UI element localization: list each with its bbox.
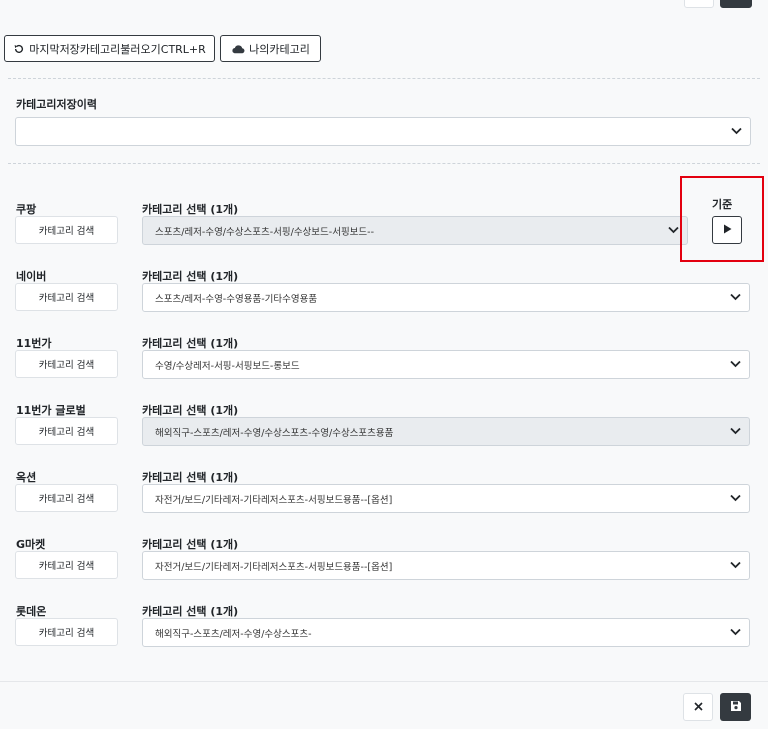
category-select-label: 카테고리 선택 (1개)	[142, 270, 239, 283]
cloud-icon	[231, 44, 245, 54]
category-search-button[interactable]: 카테고리 검색	[15, 417, 118, 445]
category-select-label: 카테고리 선택 (1개)	[142, 337, 239, 350]
chevron-down-icon	[730, 628, 741, 639]
chevron-down-icon	[730, 360, 741, 371]
category-search-button[interactable]: 카테고리 검색	[15, 551, 118, 579]
category-search-button[interactable]: 카테고리 검색	[15, 484, 118, 512]
category-search-label: 카테고리 검색	[38, 427, 95, 438]
floppy-disk-icon	[730, 700, 742, 715]
history-label: 카테고리저장이력	[16, 98, 97, 111]
top-save-button[interactable]	[720, 0, 752, 8]
divider	[8, 78, 760, 79]
market-name: 옥션	[16, 471, 37, 484]
my-category-label: 나의카테고리	[249, 42, 310, 56]
save-button[interactable]	[720, 693, 751, 721]
category-search-button[interactable]: 카테고리 검색	[15, 216, 118, 244]
category-select[interactable]: 자전거/보드/기타레저-기타레저스포츠-서핑보드용품--[옵션]	[142, 551, 750, 580]
divider	[8, 163, 760, 164]
category-search-button[interactable]: 카테고리 검색	[15, 283, 118, 311]
category-search-button[interactable]: 카테고리 검색	[15, 618, 118, 646]
my-category-button[interactable]: 나의카테고리	[220, 35, 321, 62]
chevron-down-icon	[730, 293, 741, 304]
category-select-value: 자전거/보드/기타레저-기타레저스포츠-서핑보드용품--[옵션]	[155, 561, 393, 573]
category-select-label: 카테고리 선택 (1개)	[142, 605, 239, 618]
category-search-button[interactable]: 카테고리 검색	[15, 350, 118, 378]
category-select-value: 해외직구-스포츠/레저-수영/수상스포츠-수영/수상스포츠용품	[155, 427, 394, 439]
category-select: 해외직구-스포츠/레저-수영/수상스포츠-수영/수상스포츠용품	[142, 417, 750, 446]
category-select: 스포츠/레저-수영/수상스포츠-서핑/수상보드-서핑보드--	[142, 216, 688, 245]
footer-divider	[0, 681, 768, 682]
market-name: 네이버	[16, 270, 47, 283]
market-name: 11번가 글로벌	[16, 404, 86, 417]
category-select-label: 카테고리 선택 (1개)	[142, 471, 239, 484]
chevron-down-icon	[668, 226, 679, 237]
category-search-label: 카테고리 검색	[38, 494, 95, 505]
chevron-down-icon	[730, 494, 741, 505]
load-last-category-button[interactable]: 마지막저장카테고리불러오기CTRL+R	[4, 35, 215, 62]
category-search-label: 카테고리 검색	[38, 226, 95, 237]
category-select[interactable]: 해외직구-스포츠/레저-수영/수상스포츠-	[142, 618, 750, 647]
category-select-value: 해외직구-스포츠/레저-수영/수상스포츠-	[155, 628, 312, 640]
top-cancel-button[interactable]	[684, 0, 714, 8]
highlight-box	[680, 176, 764, 262]
refresh-icon	[13, 43, 25, 55]
category-search-label: 카테고리 검색	[38, 360, 95, 371]
load-last-category-label: 마지막저장카테고리불러오기CTRL+R	[29, 42, 206, 56]
category-select[interactable]: 자전거/보드/기타레저-기타레저스포츠-서핑보드용품--[옵션]	[142, 484, 750, 513]
category-search-label: 카테고리 검색	[38, 628, 95, 639]
category-select-value: 스포츠/레저-수영-수영용품-기타수영용품	[155, 293, 318, 305]
category-select-label: 카테고리 선택 (1개)	[142, 404, 239, 417]
market-name: G마켓	[16, 538, 46, 551]
chevron-down-icon	[730, 427, 741, 438]
close-icon	[693, 701, 703, 714]
category-select[interactable]: 스포츠/레저-수영-수영용품-기타수영용품	[142, 283, 750, 312]
chevron-down-icon	[730, 561, 741, 572]
category-select-label: 카테고리 선택 (1개)	[142, 203, 239, 216]
category-select-value: 스포츠/레저-수영/수상스포츠-서핑/수상보드-서핑보드--	[155, 226, 375, 238]
category-search-label: 카테고리 검색	[38, 561, 95, 572]
category-select[interactable]: 수영/수상레저-서핑-서핑보드-롱보드	[142, 350, 750, 379]
category-select-value: 수영/수상레저-서핑-서핑보드-롱보드	[155, 360, 300, 372]
category-search-label: 카테고리 검색	[38, 293, 95, 304]
history-select[interactable]	[15, 117, 751, 146]
market-name: 쿠팡	[16, 203, 37, 216]
close-button[interactable]	[683, 693, 713, 721]
category-select-value: 자전거/보드/기타레저-기타레저스포츠-서핑보드용품--[옵션]	[155, 494, 393, 506]
market-name: 롯데온	[16, 605, 47, 618]
category-select-label: 카테고리 선택 (1개)	[142, 538, 239, 551]
chevron-down-icon	[731, 127, 742, 138]
market-name: 11번가	[16, 337, 52, 350]
